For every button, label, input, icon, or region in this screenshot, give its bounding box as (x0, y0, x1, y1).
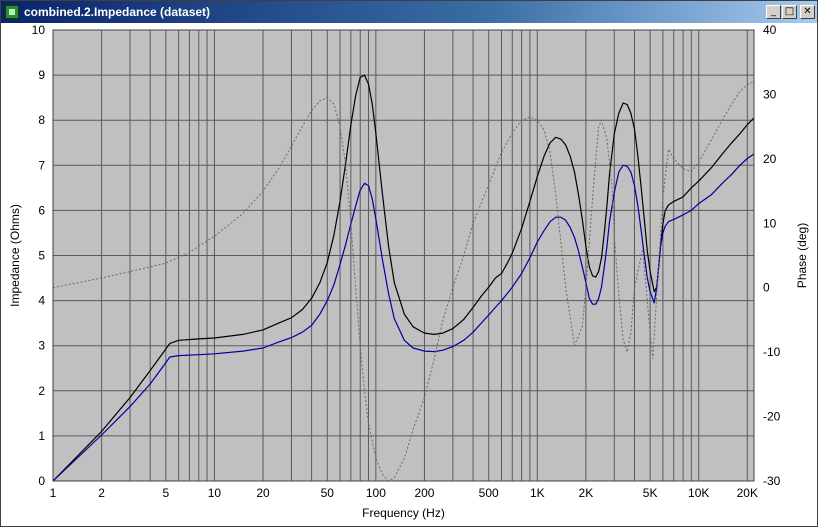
x-tick-label: 2 (98, 486, 105, 500)
maximize-button[interactable]: □ (782, 5, 797, 19)
impedance-chart: 1 2 5 10 20 50 100 200 500 1K 2K 5K 10K 20K0123456789… (8, 23, 809, 520)
x-tick-label: 2K (579, 486, 594, 500)
x-tick-label: 500 (479, 486, 499, 500)
y2-tick-label: -30 (763, 474, 781, 488)
title-bar[interactable]: combined.2.Impedance (dataset) _ □ ✕ (1, 1, 817, 23)
y2-tick-label: 20 (763, 152, 777, 166)
x-tick-label: 10 (208, 486, 222, 500)
y-axis-label: Impedance (Ohms) (8, 204, 22, 307)
x-tick-label: 20K (737, 486, 758, 500)
y-tick-label: 9 (38, 68, 45, 82)
app-icon[interactable] (5, 5, 19, 19)
y2-tick-label: 30 (763, 87, 777, 101)
y2-tick-label: 10 (763, 216, 777, 230)
y-tick-label: 3 (38, 339, 45, 353)
y-tick-label: 5 (38, 249, 45, 263)
y2-tick-label: -20 (763, 410, 781, 424)
x-tick-label: 5K (643, 486, 658, 500)
y2-tick-label: -10 (763, 345, 781, 359)
y2-tick-label: 0 (763, 281, 770, 295)
y2-tick-label: 40 (763, 23, 777, 37)
minimize-button[interactable]: _ (766, 5, 781, 19)
x-tick-label: 20 (256, 486, 270, 500)
x-tick-label: 5 (162, 486, 169, 500)
x-tick-label: 1 (50, 486, 57, 500)
x-tick-label: 100 (366, 486, 386, 500)
y-tick-label: 0 (38, 474, 45, 488)
y-tick-label: 1 (38, 429, 45, 443)
window-title: combined.2.Impedance (dataset) (24, 5, 211, 19)
y-tick-label: 10 (32, 23, 46, 37)
x-tick-label: 50 (321, 486, 335, 500)
close-button[interactable]: ✕ (800, 5, 815, 19)
y-tick-label: 4 (38, 294, 45, 308)
y2-axis-label: Phase (deg) (795, 223, 809, 288)
y-tick-label: 2 (38, 384, 45, 398)
x-tick-label: 1K (530, 486, 545, 500)
y-tick-label: 6 (38, 203, 45, 217)
x-tick-label: 200 (414, 486, 434, 500)
x-tick-label: 10K (688, 486, 709, 500)
y-tick-label: 7 (38, 158, 45, 172)
x-axis-label: Frequency (Hz) (362, 506, 445, 520)
y-tick-label: 8 (38, 113, 45, 127)
